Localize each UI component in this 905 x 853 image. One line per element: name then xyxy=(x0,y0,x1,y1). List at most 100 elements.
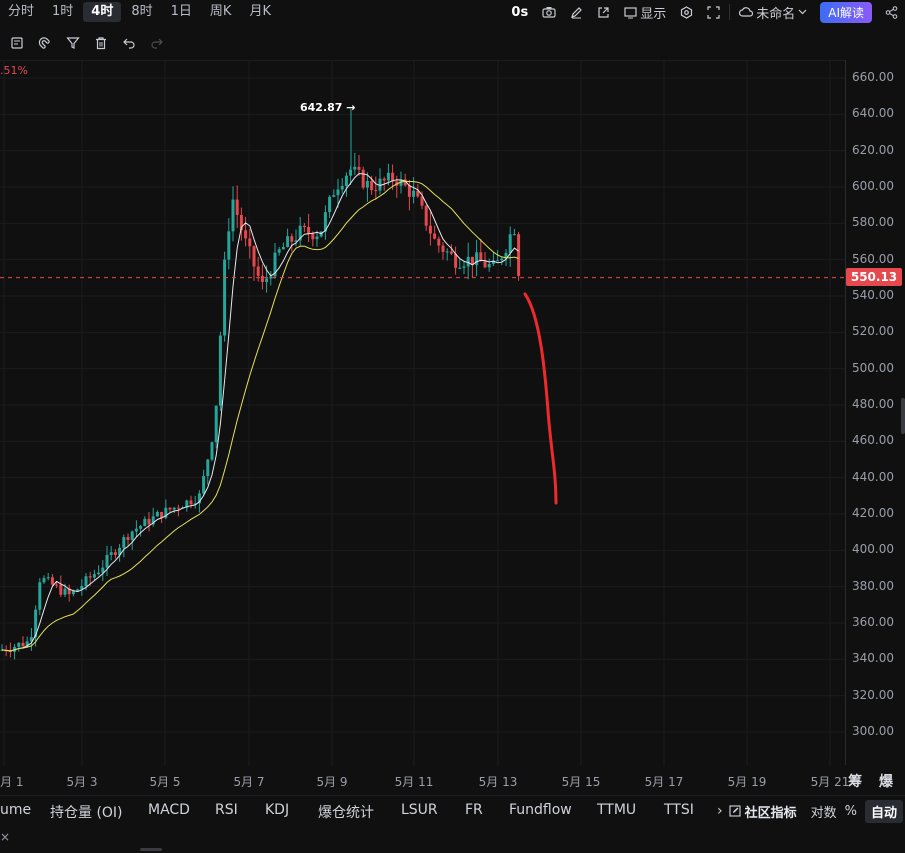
community-indicators[interactable]: 社区指标 xyxy=(745,802,797,821)
tf-month[interactable]: 月K xyxy=(241,2,279,22)
layout-name: 未命名 xyxy=(756,6,796,22)
candle-body xyxy=(428,225,432,234)
candle-body xyxy=(126,537,130,540)
y-tick-label: 420.00 xyxy=(852,506,894,520)
percent-scale-toggle[interactable]: % xyxy=(845,804,857,819)
tf-1h[interactable]: 1时 xyxy=(44,2,81,22)
candle-body xyxy=(206,459,210,477)
auto-scale-toggle[interactable]: 自动 xyxy=(864,799,903,823)
current-price-tag: 550.13 xyxy=(846,267,902,286)
settings-icon[interactable] xyxy=(680,5,693,19)
y-tick-label: 660.00 xyxy=(852,70,894,84)
x-tick-label: 5月 19 xyxy=(727,775,767,789)
log-scale-toggle[interactable]: 对数 xyxy=(811,802,837,821)
candle-body xyxy=(172,507,176,510)
candle-body xyxy=(235,199,239,215)
y-tick-label: 320.00 xyxy=(852,687,894,702)
candle-body xyxy=(290,236,294,242)
candlestick-chart[interactable] xyxy=(0,60,845,766)
redo-icon xyxy=(146,32,168,54)
edit-icon[interactable] xyxy=(729,802,741,821)
candle-body xyxy=(281,247,285,250)
panel-resize-handle[interactable] xyxy=(140,848,162,851)
pen-icon[interactable] xyxy=(570,6,583,19)
magnet-icon[interactable] xyxy=(34,32,56,54)
y-tick-label: 520.00 xyxy=(852,324,894,339)
x-tick-label: 5月 11 xyxy=(394,775,434,789)
more-indicators-chevron[interactable]: › xyxy=(717,803,723,819)
ind-liquidation[interactable]: 爆仓统计 xyxy=(318,802,374,822)
trash-icon[interactable] xyxy=(90,32,112,54)
ind-ttsi[interactable]: TTSI xyxy=(664,802,694,818)
tf-8h[interactable]: 8时 xyxy=(123,2,160,22)
axis-scroll-handle[interactable] xyxy=(901,398,905,434)
x-tick-label: 5月 9 xyxy=(316,775,348,789)
time-axis[interactable]: 筹 爆 5月 1 5月 3 5月 5 5月 7 5月 9 5月 11 5月 13 5月 15 5… xyxy=(0,765,905,795)
price-axis[interactable]: 660.00 640.00 620.00 600.00 580.00 560.00 540.… xyxy=(845,60,905,765)
filter-icon[interactable] xyxy=(62,32,84,54)
share-icon[interactable] xyxy=(885,5,898,19)
display-icon xyxy=(624,6,637,18)
ind-fr[interactable]: FR xyxy=(465,802,483,818)
close-panel-icon[interactable]: × xyxy=(0,830,10,844)
fullscreen-icon[interactable] xyxy=(707,5,720,19)
candle-body xyxy=(176,507,180,509)
ind-ttmu[interactable]: TTMU xyxy=(597,802,636,818)
candle-body xyxy=(311,233,315,240)
ind-rsi[interactable]: RSI xyxy=(215,802,238,818)
axis-right-labels[interactable]: 筹 爆 xyxy=(848,771,899,791)
undo-icon[interactable] xyxy=(118,32,140,54)
note-icon[interactable] xyxy=(6,32,28,54)
layout-menu[interactable]: 未命名 xyxy=(739,3,807,22)
tf-week[interactable]: 周K xyxy=(202,2,240,22)
chart-canvas[interactable] xyxy=(0,61,845,766)
ind-macd[interactable]: MACD xyxy=(148,802,190,818)
display-label: 显示 xyxy=(640,6,667,22)
candle-body xyxy=(479,252,483,262)
candle-body xyxy=(496,260,500,262)
candle-body xyxy=(433,233,437,239)
candle-body xyxy=(328,196,332,213)
candle-body xyxy=(449,251,453,254)
candle-body xyxy=(286,236,290,248)
candle-body xyxy=(97,572,101,575)
candle-body xyxy=(63,588,67,595)
y-tick-label: 620.00 xyxy=(852,142,894,157)
candle-body xyxy=(139,526,143,529)
x-tick-label: 5月 13 xyxy=(478,775,518,789)
candle-body xyxy=(340,185,344,190)
ind-oi[interactable]: 持仓量 (OI) xyxy=(50,802,123,822)
candle-body xyxy=(517,234,521,276)
y-tick-label: 600.00 xyxy=(852,179,894,193)
ai-analysis-button[interactable]: AI解读 xyxy=(820,1,872,23)
candle-body xyxy=(46,577,50,579)
candle-body xyxy=(462,266,466,268)
candle-body xyxy=(260,275,264,283)
y-tick-label: 400.00 xyxy=(852,542,894,557)
x-tick-label: 5月 5 xyxy=(149,775,181,789)
display-menu[interactable]: 显示 xyxy=(624,3,666,22)
candle-body xyxy=(218,335,222,406)
candle-body xyxy=(357,166,361,170)
candle-body xyxy=(475,252,479,266)
freehand-drawing[interactable] xyxy=(523,292,558,505)
ind-volume[interactable]: ume xyxy=(0,802,31,818)
indicator-right-controls: › 社区指标 对数 % 自动 xyxy=(717,796,905,826)
popout-icon[interactable] xyxy=(597,6,610,19)
tf-1d[interactable]: 1日 xyxy=(163,2,200,22)
candle-body xyxy=(315,236,319,240)
camera-icon[interactable] xyxy=(542,6,556,18)
ind-fundflow[interactable]: Fundflow xyxy=(509,802,572,818)
ind-kdj[interactable]: KDJ xyxy=(265,802,289,818)
y-tick-label: 580.00 xyxy=(852,215,894,230)
candle-body xyxy=(168,507,172,510)
candle-body xyxy=(277,249,281,253)
x-tick-label: 5月 15 xyxy=(561,775,601,789)
candle-body xyxy=(441,245,445,252)
candle-body xyxy=(122,537,126,548)
tf-intraday[interactable]: 分时 xyxy=(0,2,42,22)
candle-body xyxy=(424,205,428,226)
ind-lsur[interactable]: LSUR xyxy=(401,802,438,818)
candle-body xyxy=(17,642,21,647)
tf-4h[interactable]: 4时 xyxy=(83,2,122,22)
